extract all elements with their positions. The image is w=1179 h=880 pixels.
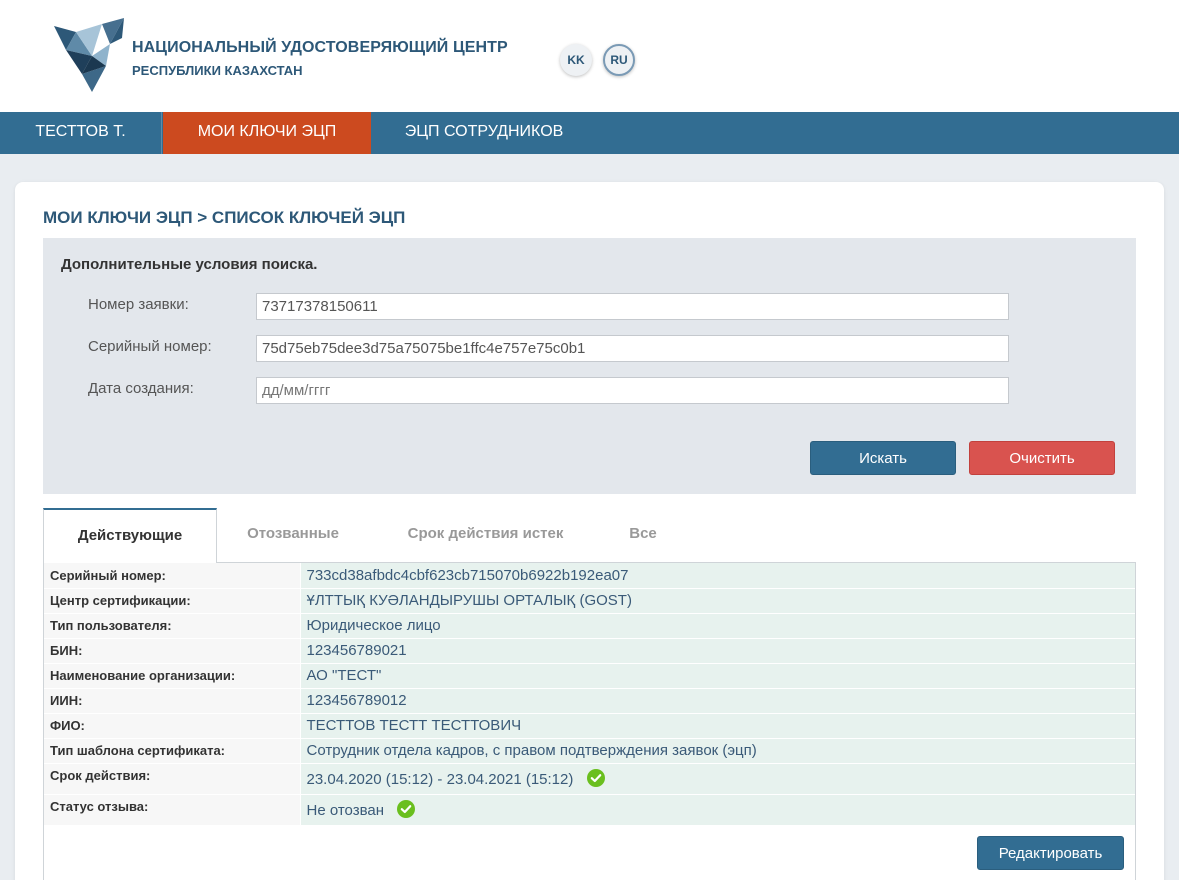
table-row: ФИО: ТЕСТТОВ ТЕСТТ ТЕСТТОВИЧ bbox=[44, 713, 1135, 739]
edit-button[interactable]: Редактировать bbox=[977, 836, 1124, 870]
iin-value: 123456789012 bbox=[300, 688, 1135, 714]
language-kk-button[interactable]: KK bbox=[560, 44, 592, 76]
table-row: Серийный номер: 733cd38afbdc4cbf623cb715… bbox=[44, 563, 1135, 589]
validity-label: Срок действия: bbox=[44, 763, 301, 795]
bin-value: 123456789021 bbox=[300, 638, 1135, 664]
brand: НАЦИОНАЛЬНЫЙ УДОСТОВЕРЯЮЩИЙ ЦЕНТР РЕСПУБ… bbox=[132, 39, 508, 78]
revocation-value: Не отозван bbox=[306, 802, 385, 819]
fio-label: ФИО: bbox=[44, 713, 301, 739]
serial-label: Серийный номер: bbox=[44, 563, 301, 589]
table-row: Срок действия: 23.04.2020 (15:12) - 23.0… bbox=[44, 763, 1135, 795]
status-tabs: Действующие Отозванные Срок действия ист… bbox=[43, 508, 1136, 563]
tab-all[interactable]: Все bbox=[608, 508, 678, 563]
clear-button[interactable]: Очистить bbox=[969, 441, 1115, 475]
key-details-table: Серийный номер: 733cd38afbdc4cbf623cb715… bbox=[44, 563, 1135, 826]
serial-number-label: Серийный номер: bbox=[88, 338, 212, 355]
key-details-panel: Серийный номер: 733cd38afbdc4cbf623cb715… bbox=[43, 562, 1136, 880]
user-type-value: Юридическое лицо bbox=[300, 613, 1135, 639]
nav-user[interactable]: ТЕСТТОВ Т. bbox=[0, 112, 162, 154]
logo-icon bbox=[54, 18, 124, 92]
template-label: Тип шаблона сертификата: bbox=[44, 738, 301, 764]
tab-expired[interactable]: Срок действия истек bbox=[383, 508, 588, 563]
fio-value: ТЕСТТОВ ТЕСТТ ТЕСТТОВИЧ bbox=[300, 713, 1135, 739]
brand-title: НАЦИОНАЛЬНЫЙ УДОСТОВЕРЯЮЩИЙ ЦЕНТР bbox=[132, 39, 508, 56]
brand-subtitle: РЕСПУБЛИКИ КАЗАХСТАН bbox=[132, 63, 303, 78]
tab-active[interactable]: Действующие bbox=[43, 508, 217, 563]
serial-value: 733cd38afbdc4cbf623cb715070b6922b192ea07 bbox=[300, 563, 1135, 589]
nav-staff-keys[interactable]: ЭЦП СОТРУДНИКОВ bbox=[371, 112, 597, 154]
check-circle-icon bbox=[586, 769, 605, 787]
language-ru-button[interactable]: RU bbox=[603, 44, 635, 76]
page-title: МОИ КЛЮЧИ ЭЦП > СПИСОК КЛЮЧЕЙ ЭЦП bbox=[43, 208, 406, 227]
nav-my-keys[interactable]: МОИ КЛЮЧИ ЭЦП bbox=[163, 112, 371, 154]
main-nav: ТЕСТТОВ Т. МОИ КЛЮЧИ ЭЦП ЭЦП СОТРУДНИКОВ bbox=[0, 112, 1179, 154]
table-row: Тип шаблона сертификата: Сотрудник отдел… bbox=[44, 738, 1135, 764]
validity-cell: 23.04.2020 (15:12) - 23.04.2021 (15:12) bbox=[300, 763, 1135, 795]
creation-date-label: Дата создания: bbox=[88, 380, 194, 397]
table-row: ИИН: 123456789012 bbox=[44, 688, 1135, 714]
iin-label: ИИН: bbox=[44, 688, 301, 714]
validity-value: 23.04.2020 (15:12) - 23.04.2021 (15:12) bbox=[306, 771, 574, 788]
ca-value: ҰЛТТЫҚ КУӘЛАНДЫРУШЫ ОРТАЛЫҚ (GOST) bbox=[300, 588, 1135, 614]
creation-date-input[interactable] bbox=[256, 377, 1009, 404]
revocation-label: Статус отзыва: bbox=[44, 794, 301, 826]
search-button[interactable]: Искать bbox=[810, 441, 956, 475]
table-row: Центр сертификации: ҰЛТТЫҚ КУӘЛАНДЫРУШЫ … bbox=[44, 588, 1135, 614]
request-number-label: Номер заявки: bbox=[88, 296, 189, 313]
org-value: АО "ТЕСТ" bbox=[300, 663, 1135, 689]
table-row: БИН: 123456789021 bbox=[44, 638, 1135, 664]
template-value: Сотрудник отдела кадров, с правом подтве… bbox=[300, 738, 1135, 764]
request-number-input[interactable] bbox=[256, 293, 1009, 320]
serial-number-input[interactable] bbox=[256, 335, 1009, 362]
search-panel: Дополнительные условия поиска. Номер зая… bbox=[43, 238, 1136, 494]
table-row: Тип пользователя: Юридическое лицо bbox=[44, 613, 1135, 639]
table-row: Статус отзыва: Не отозван bbox=[44, 794, 1135, 826]
search-heading: Дополнительные условия поиска. bbox=[61, 256, 318, 273]
tab-revoked[interactable]: Отозванные bbox=[233, 508, 353, 563]
ca-label: Центр сертификации: bbox=[44, 588, 301, 614]
check-circle-icon bbox=[397, 800, 416, 818]
table-row: Наименование организации: АО "ТЕСТ" bbox=[44, 663, 1135, 689]
header: НАЦИОНАЛЬНЫЙ УДОСТОВЕРЯЮЩИЙ ЦЕНТР РЕСПУБ… bbox=[0, 0, 1179, 112]
bin-label: БИН: bbox=[44, 638, 301, 664]
org-label: Наименование организации: bbox=[44, 663, 301, 689]
revocation-cell: Не отозван bbox=[300, 794, 1135, 826]
user-type-label: Тип пользователя: bbox=[44, 613, 301, 639]
content-card: МОИ КЛЮЧИ ЭЦП > СПИСОК КЛЮЧЕЙ ЭЦП Дополн… bbox=[15, 182, 1164, 880]
